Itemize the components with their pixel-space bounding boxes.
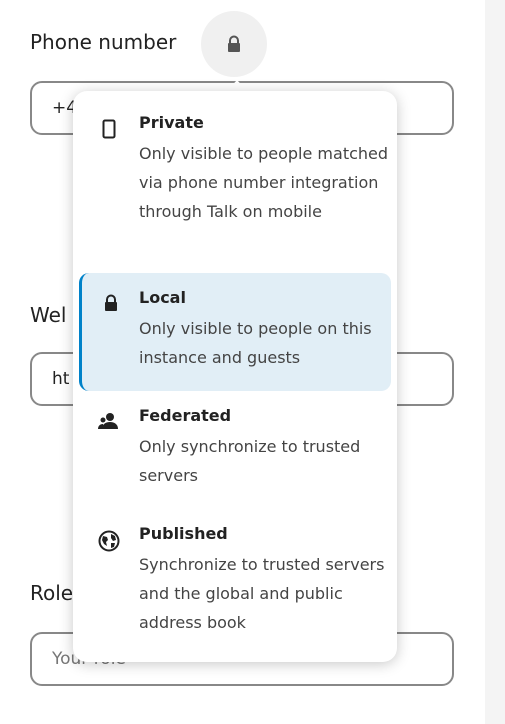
globe-icon: [98, 530, 120, 552]
scope-option-published[interactable]: Published Synchronize to trusted servers…: [79, 523, 391, 653]
lock-icon: [104, 294, 117, 311]
role-label: Role: [30, 581, 74, 605]
scope-option-local[interactable]: Local Only visible to people on this ins…: [79, 273, 391, 391]
scope-option-description: Synchronize to trusted servers and the g…: [139, 555, 385, 632]
scope-option-title: Federated: [139, 406, 232, 425]
phone-number-label: Phone number: [30, 30, 177, 54]
phone-icon: [102, 119, 116, 139]
scope-option-title: Published: [139, 524, 228, 543]
scope-option-description: Only visible to people on this instance …: [139, 319, 372, 367]
website-label: Wel: [30, 303, 67, 327]
scope-option-description: Only synchronize to trusted servers: [139, 437, 361, 485]
scope-option-private[interactable]: Private Only visible to people matched v…: [79, 112, 391, 282]
visibility-scope-button[interactable]: [201, 11, 267, 77]
scope-option-description: Only visible to people matched via phone…: [139, 144, 389, 221]
scope-option-title: Local: [139, 288, 186, 307]
visibility-scope-menu: Private Only visible to people matched v…: [73, 91, 397, 662]
lock-icon: [228, 35, 240, 52]
scope-option-federated[interactable]: Federated Only synchronize to trusted se…: [79, 405, 391, 500]
scope-option-title: Private: [139, 113, 204, 132]
federated-users-icon: [98, 413, 118, 429]
